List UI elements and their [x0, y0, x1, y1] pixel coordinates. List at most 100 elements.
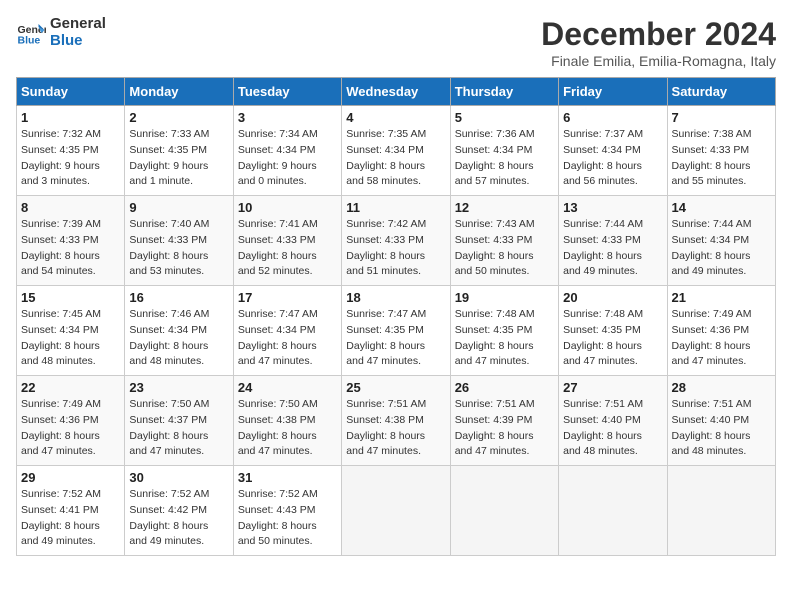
col-tuesday: Tuesday — [233, 78, 341, 106]
day-info: Sunrise: 7:52 AM Sunset: 4:42 PM Dayligh… — [129, 487, 228, 550]
day-info: Sunrise: 7:41 AM Sunset: 4:33 PM Dayligh… — [238, 217, 337, 280]
day-info: Sunrise: 7:35 AM Sunset: 4:34 PM Dayligh… — [346, 127, 445, 190]
day-number: 8 — [21, 200, 120, 215]
calendar-cell: 28 Sunrise: 7:51 AM Sunset: 4:40 PM Dayli… — [667, 376, 775, 466]
day-number: 21 — [672, 290, 771, 305]
day-info: Sunrise: 7:37 AM Sunset: 4:34 PM Dayligh… — [563, 127, 662, 190]
week-row-5: 29 Sunrise: 7:52 AM Sunset: 4:41 PM Dayli… — [17, 466, 776, 556]
calendar-cell: 3Sunrise: 7:34 AM Sunset: 4:34 PM Daylig… — [233, 106, 341, 196]
day-number: 7 — [672, 110, 771, 125]
day-number: 26 — [455, 380, 554, 395]
logo-general: General — [50, 16, 106, 33]
day-info: Sunrise: 7:32 AM Sunset: 4:35 PM Dayligh… — [21, 127, 120, 190]
calendar-cell: 19 Sunrise: 7:48 AM Sunset: 4:35 PM Dayli… — [450, 286, 558, 376]
calendar-cell: 9 Sunrise: 7:40 AM Sunset: 4:33 PM Daylig… — [125, 196, 233, 286]
calendar-cell — [667, 466, 775, 556]
day-info: Sunrise: 7:48 AM Sunset: 4:35 PM Dayligh… — [563, 307, 662, 370]
day-number: 9 — [129, 200, 228, 215]
day-number: 24 — [238, 380, 337, 395]
location-title: Finale Emilia, Emilia-Romagna, Italy — [541, 53, 776, 69]
calendar-cell: 4 Sunrise: 7:35 AM Sunset: 4:34 PM Daylig… — [342, 106, 450, 196]
logo: General Blue General Blue — [16, 16, 106, 49]
calendar-cell: 16 Sunrise: 7:46 AM Sunset: 4:34 PM Dayli… — [125, 286, 233, 376]
calendar-cell: 17Sunrise: 7:47 AM Sunset: 4:34 PM Dayli… — [233, 286, 341, 376]
calendar-cell: 6 Sunrise: 7:37 AM Sunset: 4:34 PM Daylig… — [559, 106, 667, 196]
calendar-cell: 27Sunrise: 7:51 AM Sunset: 4:40 PM Dayli… — [559, 376, 667, 466]
week-row-4: 22 Sunrise: 7:49 AM Sunset: 4:36 PM Dayli… — [17, 376, 776, 466]
calendar-header-row: Sunday Monday Tuesday Wednesday Thursday… — [17, 78, 776, 106]
calendar-cell: 14 Sunrise: 7:44 AM Sunset: 4:34 PM Dayli… — [667, 196, 775, 286]
col-monday: Monday — [125, 78, 233, 106]
month-title: December 2024 — [541, 16, 776, 53]
day-info: Sunrise: 7:47 AM Sunset: 4:35 PM Dayligh… — [346, 307, 445, 370]
day-info: Sunrise: 7:52 AM Sunset: 4:43 PM Dayligh… — [238, 487, 337, 550]
day-number: 22 — [21, 380, 120, 395]
day-info: Sunrise: 7:45 AM Sunset: 4:34 PM Dayligh… — [21, 307, 120, 370]
calendar-cell: 13Sunrise: 7:44 AM Sunset: 4:33 PM Dayli… — [559, 196, 667, 286]
day-info: Sunrise: 7:51 AM Sunset: 4:38 PM Dayligh… — [346, 397, 445, 460]
calendar-cell: 11Sunrise: 7:42 AM Sunset: 4:33 PM Dayli… — [342, 196, 450, 286]
day-number: 20 — [563, 290, 662, 305]
calendar-cell: 21 Sunrise: 7:49 AM Sunset: 4:36 PM Dayli… — [667, 286, 775, 376]
day-info: Sunrise: 7:50 AM Sunset: 4:37 PM Dayligh… — [129, 397, 228, 460]
col-wednesday: Wednesday — [342, 78, 450, 106]
calendar-cell: 29 Sunrise: 7:52 AM Sunset: 4:41 PM Dayli… — [17, 466, 125, 556]
calendar-cell — [450, 466, 558, 556]
calendar-cell: 10Sunrise: 7:41 AM Sunset: 4:33 PM Dayli… — [233, 196, 341, 286]
calendar-cell: 18 Sunrise: 7:47 AM Sunset: 4:35 PM Dayli… — [342, 286, 450, 376]
day-info: Sunrise: 7:49 AM Sunset: 4:36 PM Dayligh… — [672, 307, 771, 370]
logo-blue: Blue — [50, 33, 106, 50]
day-info: Sunrise: 7:33 AM Sunset: 4:35 PM Dayligh… — [129, 127, 228, 190]
calendar-cell: 24 Sunrise: 7:50 AM Sunset: 4:38 PM Dayli… — [233, 376, 341, 466]
calendar-cell: 22 Sunrise: 7:49 AM Sunset: 4:36 PM Dayli… — [17, 376, 125, 466]
calendar-cell: 26 Sunrise: 7:51 AM Sunset: 4:39 PM Dayli… — [450, 376, 558, 466]
calendar-cell: 1 Sunrise: 7:32 AM Sunset: 4:35 PM Daylig… — [17, 106, 125, 196]
day-number: 14 — [672, 200, 771, 215]
calendar-cell: 30 Sunrise: 7:52 AM Sunset: 4:42 PM Dayli… — [125, 466, 233, 556]
day-number: 18 — [346, 290, 445, 305]
col-sunday: Sunday — [17, 78, 125, 106]
col-thursday: Thursday — [450, 78, 558, 106]
calendar-cell: 12Sunrise: 7:43 AM Sunset: 4:33 PM Dayli… — [450, 196, 558, 286]
day-number: 19 — [455, 290, 554, 305]
day-number: 13 — [563, 200, 662, 215]
title-area: December 2024 Finale Emilia, Emilia-Roma… — [541, 16, 776, 69]
day-number: 29 — [21, 470, 120, 485]
page-header: General Blue General Blue December 2024 … — [16, 16, 776, 69]
day-number: 1 — [21, 110, 120, 125]
day-info: Sunrise: 7:51 AM Sunset: 4:40 PM Dayligh… — [672, 397, 771, 460]
day-info: Sunrise: 7:46 AM Sunset: 4:34 PM Dayligh… — [129, 307, 228, 370]
day-info: Sunrise: 7:39 AM Sunset: 4:33 PM Dayligh… — [21, 217, 120, 280]
day-info: Sunrise: 7:44 AM Sunset: 4:34 PM Dayligh… — [672, 217, 771, 280]
day-info: Sunrise: 7:49 AM Sunset: 4:36 PM Dayligh… — [21, 397, 120, 460]
day-number: 16 — [129, 290, 228, 305]
week-row-3: 15Sunrise: 7:45 AM Sunset: 4:34 PM Dayli… — [17, 286, 776, 376]
day-number: 23 — [129, 380, 228, 395]
day-number: 25 — [346, 380, 445, 395]
calendar-cell: 5Sunrise: 7:36 AM Sunset: 4:34 PM Daylig… — [450, 106, 558, 196]
day-info: Sunrise: 7:34 AM Sunset: 4:34 PM Dayligh… — [238, 127, 337, 190]
calendar-cell: 20 Sunrise: 7:48 AM Sunset: 4:35 PM Dayli… — [559, 286, 667, 376]
day-number: 4 — [346, 110, 445, 125]
calendar-cell: 7 Sunrise: 7:38 AM Sunset: 4:33 PM Daylig… — [667, 106, 775, 196]
day-info: Sunrise: 7:51 AM Sunset: 4:39 PM Dayligh… — [455, 397, 554, 460]
calendar-cell: 25 Sunrise: 7:51 AM Sunset: 4:38 PM Dayli… — [342, 376, 450, 466]
day-info: Sunrise: 7:38 AM Sunset: 4:33 PM Dayligh… — [672, 127, 771, 190]
calendar-cell: 31Sunrise: 7:52 AM Sunset: 4:43 PM Dayli… — [233, 466, 341, 556]
day-info: Sunrise: 7:48 AM Sunset: 4:35 PM Dayligh… — [455, 307, 554, 370]
day-number: 6 — [563, 110, 662, 125]
day-info: Sunrise: 7:52 AM Sunset: 4:41 PM Dayligh… — [21, 487, 120, 550]
calendar-cell: 2Sunrise: 7:33 AM Sunset: 4:35 PM Daylig… — [125, 106, 233, 196]
day-info: Sunrise: 7:50 AM Sunset: 4:38 PM Dayligh… — [238, 397, 337, 460]
day-number: 28 — [672, 380, 771, 395]
day-info: Sunrise: 7:40 AM Sunset: 4:33 PM Dayligh… — [129, 217, 228, 280]
day-info: Sunrise: 7:47 AM Sunset: 4:34 PM Dayligh… — [238, 307, 337, 370]
day-number: 30 — [129, 470, 228, 485]
week-row-1: 1 Sunrise: 7:32 AM Sunset: 4:35 PM Daylig… — [17, 106, 776, 196]
day-number: 12 — [455, 200, 554, 215]
calendar-cell — [342, 466, 450, 556]
logo-icon: General Blue — [16, 18, 46, 48]
col-saturday: Saturday — [667, 78, 775, 106]
calendar-cell: 8 Sunrise: 7:39 AM Sunset: 4:33 PM Daylig… — [17, 196, 125, 286]
day-number: 5 — [455, 110, 554, 125]
